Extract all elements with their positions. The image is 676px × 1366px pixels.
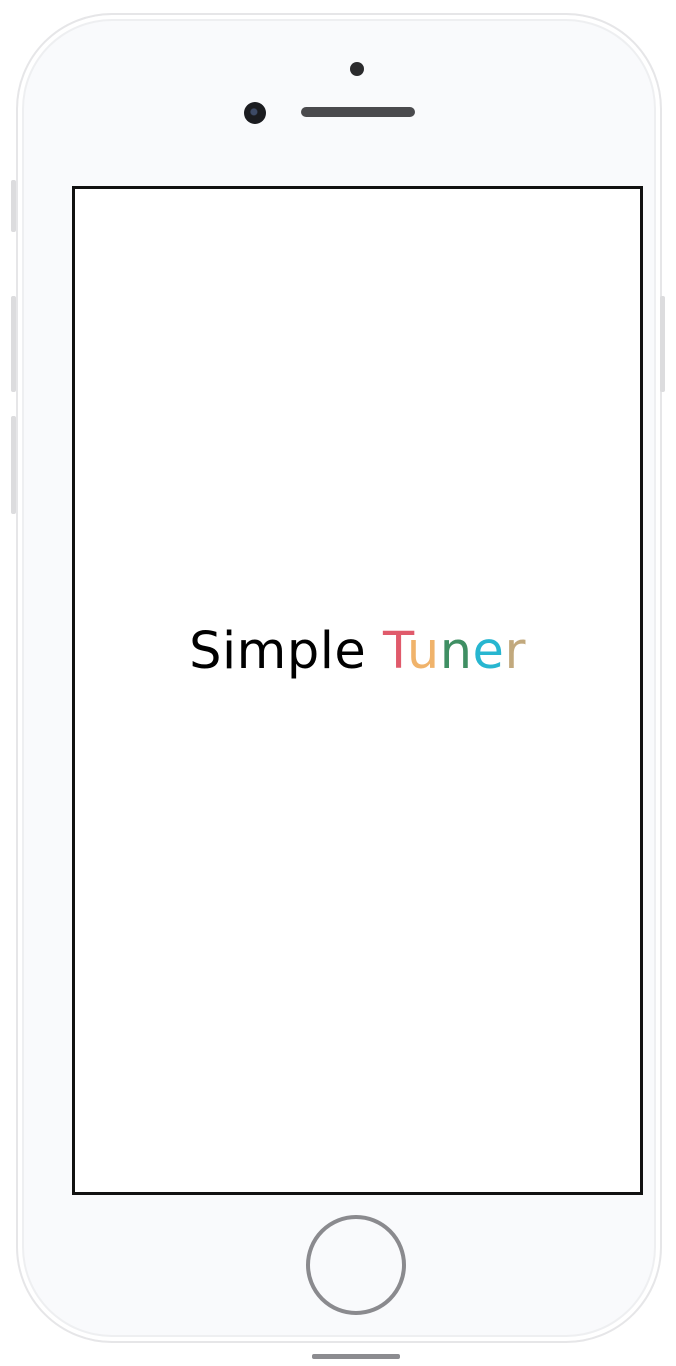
bottom-edge-detail bbox=[312, 1354, 400, 1359]
app-screen: Simple Tuner bbox=[72, 186, 643, 1195]
home-button[interactable] bbox=[306, 1215, 406, 1315]
app-title-simple: Simple bbox=[189, 622, 367, 681]
app-title-tuner: Tuner bbox=[383, 622, 526, 681]
app-title-letter-u: u bbox=[406, 622, 440, 681]
app-title-letter-e: e bbox=[472, 622, 505, 681]
volume-up-button[interactable] bbox=[11, 296, 16, 392]
earpiece-speaker bbox=[301, 107, 415, 117]
volume-down-button[interactable] bbox=[11, 416, 16, 514]
app-title-letter-t: T bbox=[382, 622, 407, 681]
app-title-letter-r: r bbox=[504, 622, 526, 681]
app-title: Simple Tuner bbox=[75, 622, 640, 681]
app-title-letter-n: n bbox=[439, 622, 473, 681]
power-button[interactable] bbox=[660, 296, 665, 392]
front-camera-icon bbox=[244, 102, 266, 124]
phone-frame: Simple Tuner bbox=[16, 13, 662, 1359]
mute-switch[interactable] bbox=[11, 180, 16, 232]
proximity-sensor bbox=[350, 62, 364, 76]
